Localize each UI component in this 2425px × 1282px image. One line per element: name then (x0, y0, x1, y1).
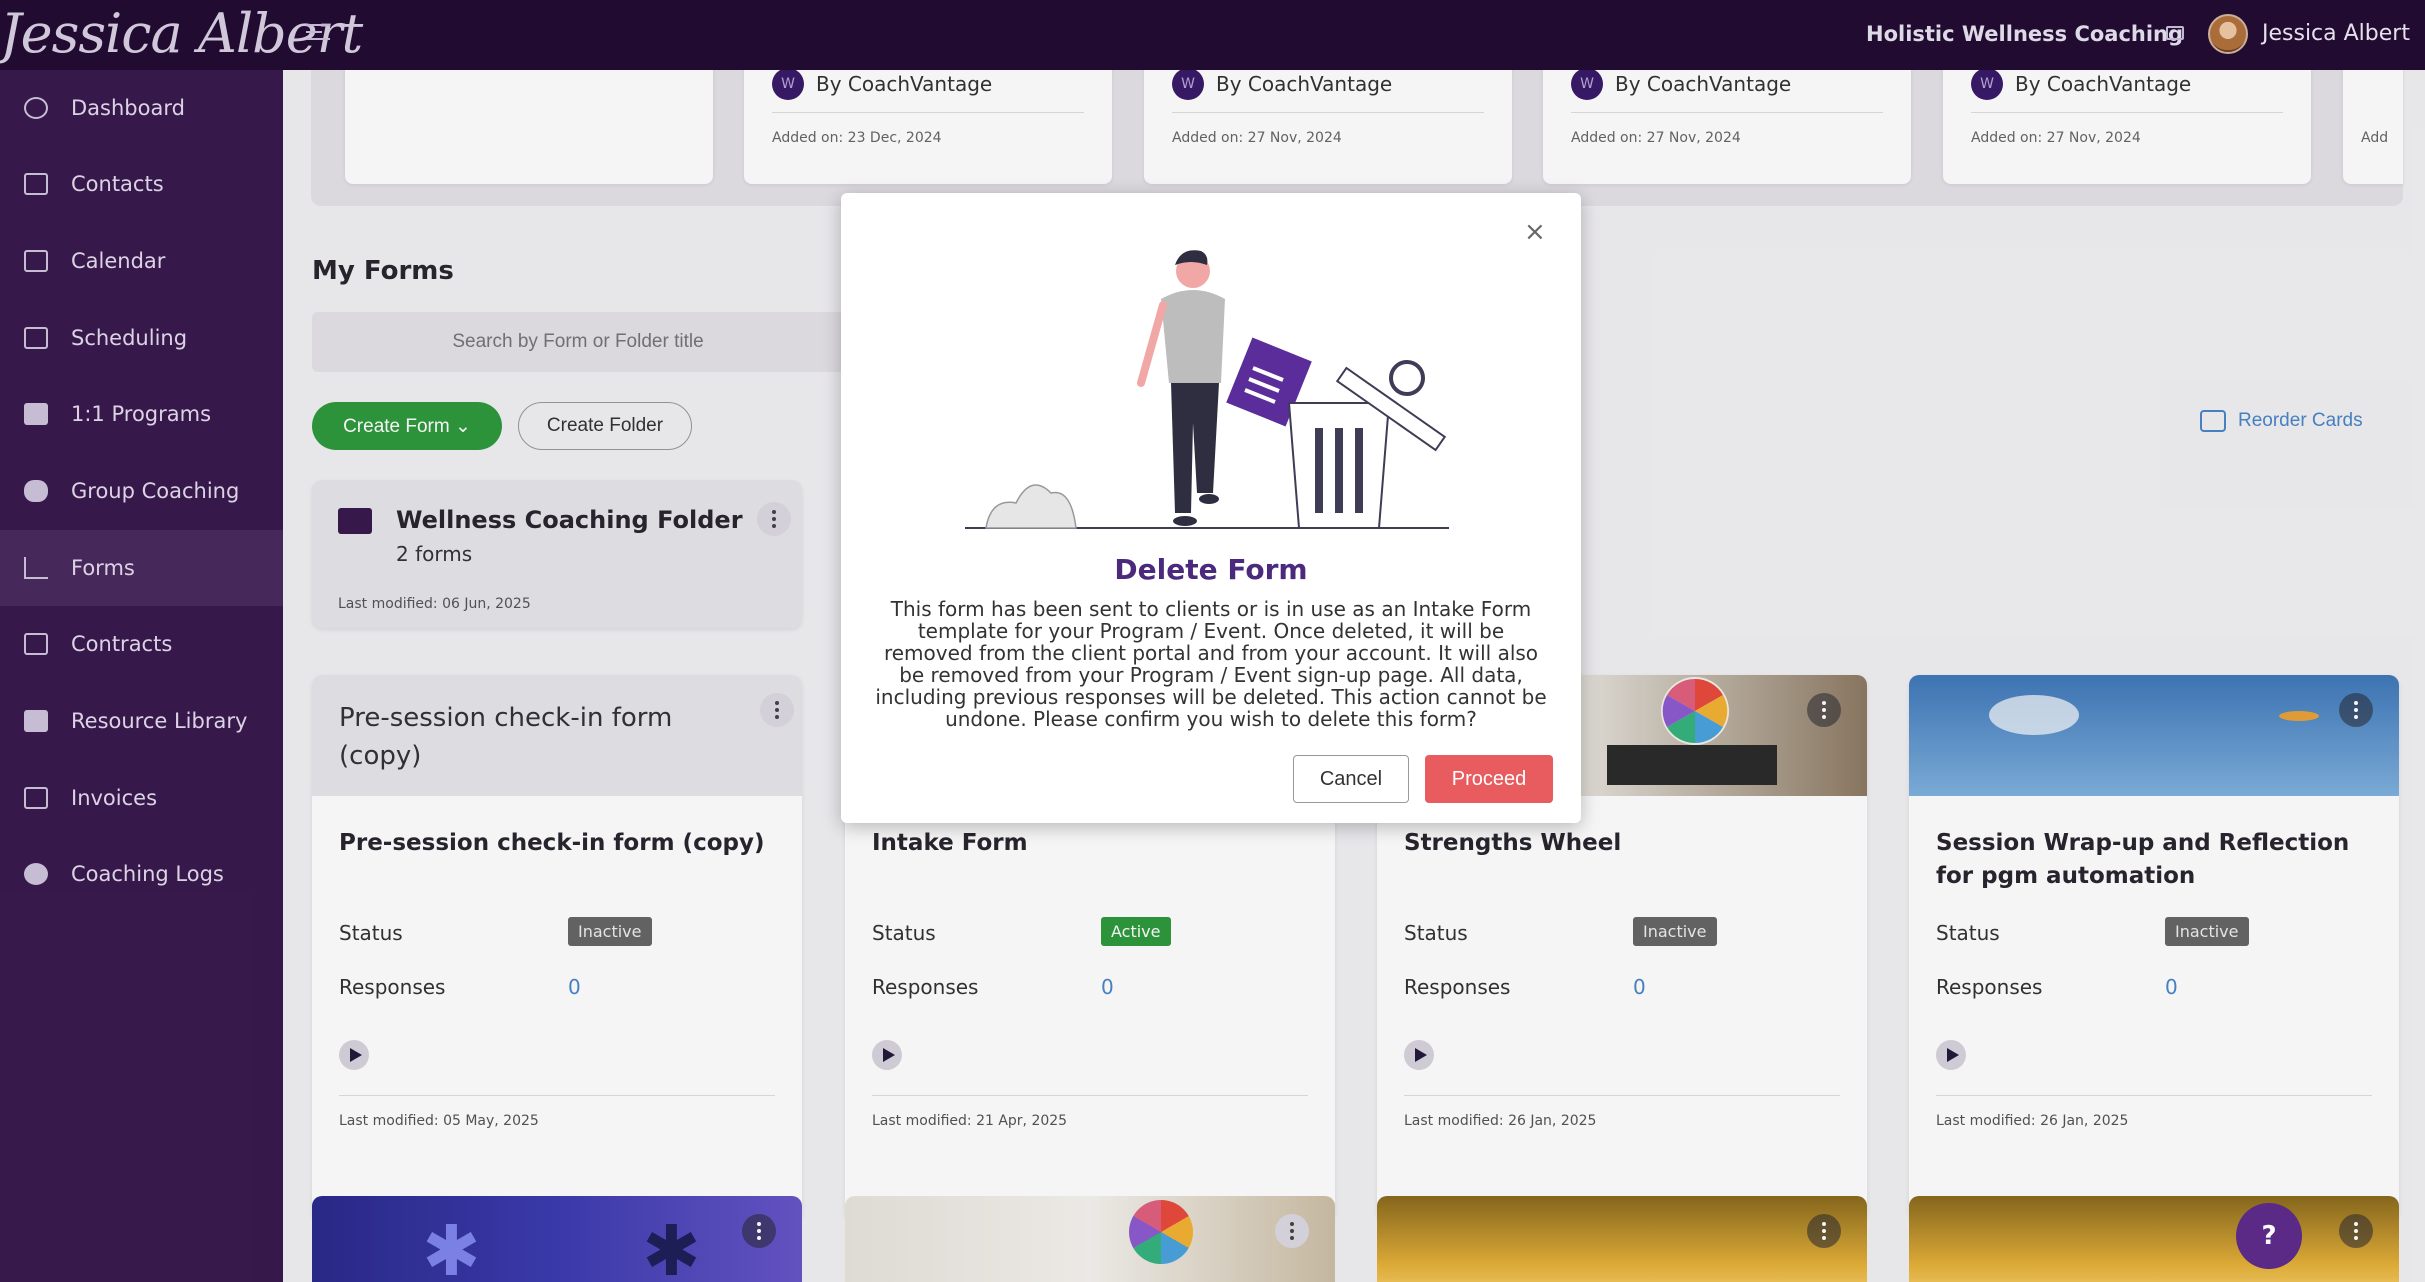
proceed-button[interactable]: Proceed (1425, 755, 1553, 803)
delete-illustration (965, 250, 1449, 529)
help-button[interactable]: ? (2236, 1203, 2302, 1269)
dialog-message: This form has been sent to clients or is… (875, 597, 1547, 731)
delete-form-dialog: × Delete Form This form has been sent to… (841, 193, 1581, 823)
dialog-title: Delete Form (1114, 553, 1308, 586)
cancel-button[interactable]: Cancel (1293, 755, 1409, 803)
